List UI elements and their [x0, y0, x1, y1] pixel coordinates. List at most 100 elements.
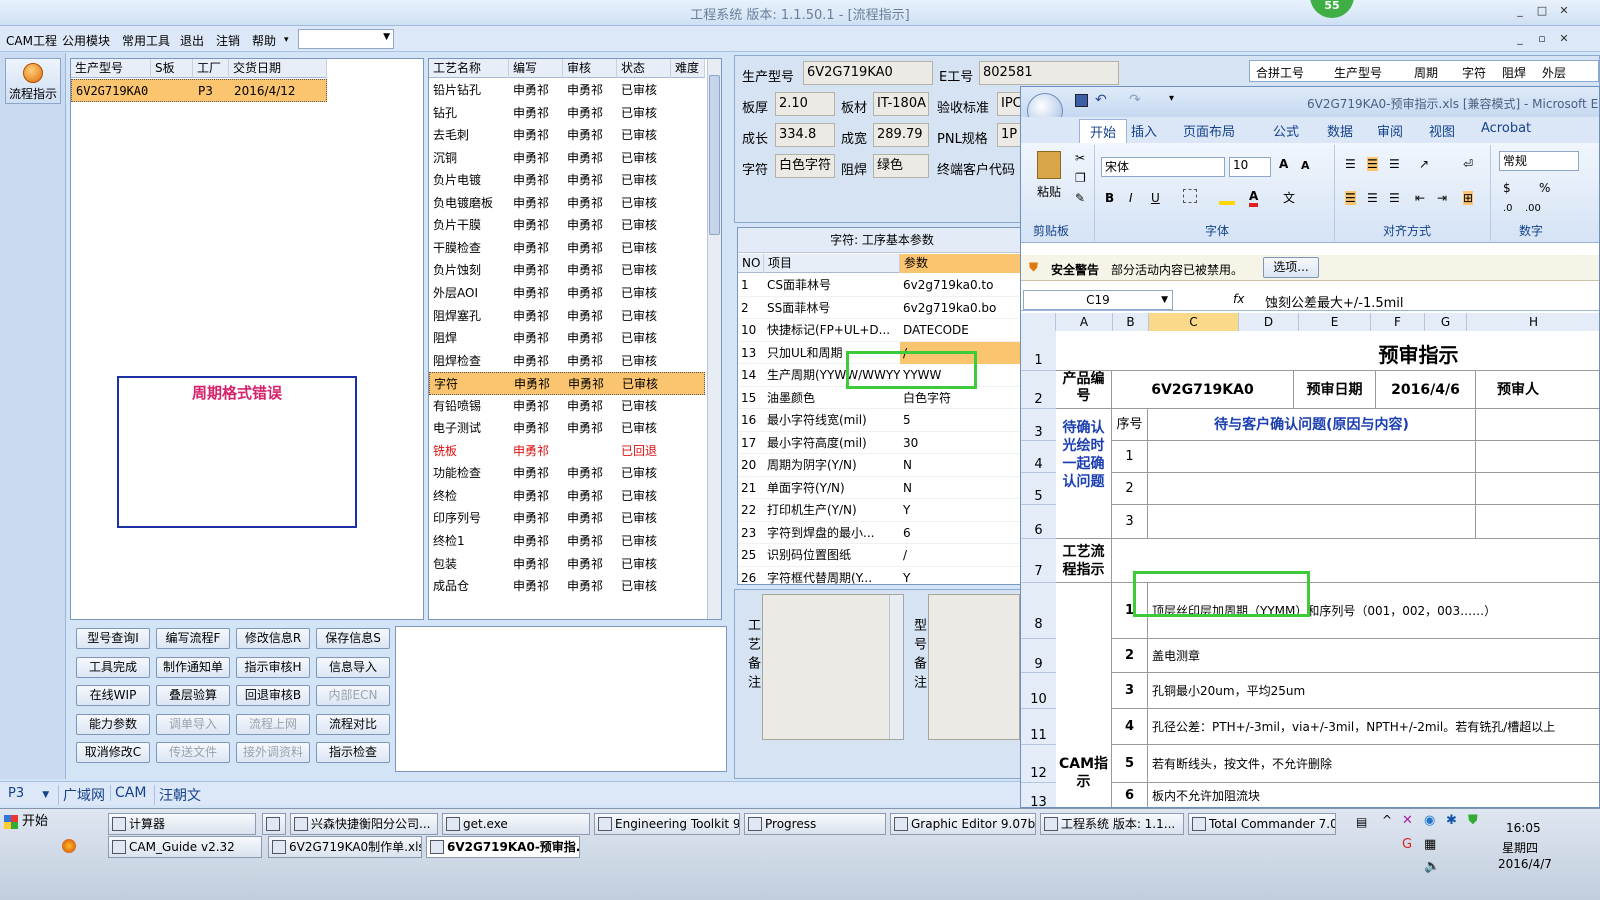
ribbon-tab-0[interactable]: 开始 — [1079, 119, 1128, 143]
bold-icon[interactable]: B — [1105, 191, 1114, 205]
security-options-button[interactable]: 选项... — [1263, 257, 1319, 278]
qat-customize-icon[interactable]: ▾ — [1169, 93, 1174, 104]
question-number[interactable]: 3 — [1112, 505, 1148, 539]
volume-icon[interactable]: 🔈 — [1424, 859, 1440, 874]
param-row[interactable]: 15 油墨颜色 白色字符 — [738, 387, 1026, 409]
process-row[interactable]: 负片电镀 申勇祁 申勇祁 已审核 — [429, 169, 705, 192]
help-dropdown-icon[interactable]: ▾ — [284, 35, 289, 45]
process-row[interactable]: 终检1 申勇祁 申勇祁 已审核 — [429, 530, 705, 553]
action-button-9[interactable]: 叠层验算 — [156, 685, 230, 707]
ribbon-tab-5[interactable]: 审阅 — [1377, 121, 1403, 140]
maximize-icon[interactable]: □ — [1534, 4, 1550, 18]
taskbar-item[interactable]: 工程系统 版本: 1.1... — [1040, 813, 1184, 835]
menu-help[interactable]: 帮助 — [252, 32, 276, 49]
action-button-14[interactable]: 流程上网 — [236, 713, 310, 735]
taskbar-item[interactable]: 计算器 — [108, 813, 256, 835]
currency-icon[interactable]: $ — [1503, 181, 1511, 195]
process-row[interactable]: 包装 申勇祁 申勇祁 已审核 — [429, 553, 705, 576]
process-row[interactable]: 铣板 申勇祁 已回退 — [429, 440, 705, 463]
action-button-8[interactable]: 在线WIP — [76, 685, 150, 707]
col-header-D[interactable]: D — [1239, 313, 1299, 331]
decrease-decimal-icon[interactable]: .00 — [1525, 203, 1541, 214]
increase-indent-icon[interactable]: ⇥ — [1437, 191, 1447, 205]
security-tray-icon[interactable]: ⛊ — [1468, 813, 1478, 828]
process-row[interactable]: 字符 申勇祁 申勇祁 已审核 — [429, 372, 705, 395]
align-center-icon[interactable]: ☰ — [1367, 191, 1378, 205]
e-no-field[interactable]: 802581 — [979, 61, 1119, 85]
cam-item-number[interactable]: 4 — [1112, 709, 1148, 745]
action-button-0[interactable]: 型号查询I — [76, 628, 150, 649]
cam-item-text[interactable]: 孔径公差：PTH+/-3mil，via+/-3mil，NPTH+/-2mil。若… — [1148, 709, 1599, 745]
align-top-icon[interactable]: ☰ — [1345, 157, 1356, 171]
tray-icon-4[interactable]: G — [1402, 837, 1412, 852]
action-button-16[interactable]: 取消修改C — [76, 742, 150, 764]
param-row[interactable]: 21 单面字符(Y/N) N — [738, 477, 1026, 499]
notes-scrollbar[interactable] — [889, 595, 903, 739]
ribbon-tab-4[interactable]: 数据 — [1327, 121, 1353, 140]
cam-item-number[interactable]: 2 — [1112, 639, 1148, 673]
question-cell[interactable] — [1148, 473, 1476, 505]
col-header-B[interactable]: B — [1113, 313, 1149, 331]
col-header-A[interactable]: A — [1056, 313, 1113, 331]
param-row[interactable]: 23 字符到焊盘的最小... 6 — [738, 522, 1026, 544]
combine-col-2[interactable]: 周期 — [1414, 64, 1438, 81]
prereview-date[interactable]: 2016/4/6 — [1376, 371, 1476, 409]
paste-label[interactable]: 粘贴 — [1037, 183, 1061, 200]
flow-button[interactable]: 流程指示 — [5, 58, 61, 104]
col-difficulty[interactable]: 难度 — [671, 59, 705, 78]
param-row[interactable]: 1 CS面菲林号 6v2g719ka0.to — [738, 274, 1026, 297]
message-box[interactable] — [395, 626, 727, 772]
process-row[interactable]: 负片干膜 申勇祁 申勇祁 已审核 — [429, 214, 705, 237]
process-row[interactable]: 干膜检查 申勇祁 申勇祁 已审核 — [429, 237, 705, 260]
clock-date[interactable]: 2016/4/7 — [1498, 857, 1552, 871]
process-row[interactable]: 负电镀磨板 申勇祁 申勇祁 已审核 — [429, 192, 705, 215]
col-sboard[interactable]: S板 — [151, 59, 193, 78]
increase-decimal-icon[interactable]: .0 — [1503, 203, 1513, 214]
action-button-18[interactable]: 接外调资料 — [236, 742, 310, 764]
tray-icon-1[interactable]: ▤ — [1356, 815, 1367, 829]
bluetooth-icon[interactable]: ✱ — [1446, 813, 1457, 828]
minimize-icon[interactable]: _ — [1512, 4, 1528, 18]
col-status[interactable]: 状态 — [617, 59, 671, 78]
col-param[interactable]: 参数 — [900, 254, 1026, 273]
taskbar-item[interactable]: Engineering Toolkit 9.0... — [594, 813, 740, 835]
model-notes-field[interactable] — [928, 594, 1020, 740]
process-row[interactable]: 电子测试 申勇祁 申勇祁 已审核 — [429, 417, 705, 440]
action-button-13[interactable]: 调单导入 — [156, 713, 230, 735]
ribbon-tab-6[interactable]: 视图 — [1429, 121, 1455, 140]
row-header[interactable]: 12 — [1021, 745, 1056, 783]
cam-item-text[interactable]: 若有断线头，按文件，不允许删除 — [1148, 745, 1599, 783]
param-row[interactable]: 25 识别码位置图纸 / — [738, 544, 1026, 567]
process-row[interactable]: 印序列号 申勇祁 申勇祁 已审核 — [429, 507, 705, 530]
param-row[interactable]: 20 周期为阴字(Y/N) N — [738, 454, 1026, 477]
ribbon-tab-7[interactable]: Acrobat — [1481, 121, 1531, 136]
question-header[interactable]: 待与客户确认问题(原因与内容) — [1148, 409, 1476, 441]
action-button-6[interactable]: 指示审核H — [236, 656, 310, 678]
row-header[interactable]: 5 — [1021, 473, 1056, 505]
row-header[interactable]: 4 — [1021, 441, 1056, 473]
scroll-thumb[interactable] — [709, 75, 720, 235]
menu-logout[interactable]: 注销 — [216, 32, 240, 49]
process-row[interactable]: 铅片钻孔 申勇祁 申勇祁 已审核 — [429, 79, 705, 102]
fx-icon[interactable]: fx — [1233, 292, 1244, 306]
question-cell-ext[interactable] — [1476, 441, 1599, 473]
row-header[interactable]: 2 — [1021, 371, 1056, 409]
mdi-close-icon[interactable]: ✕ — [1556, 32, 1572, 46]
process-row[interactable]: 功能检查 申勇祁 申勇祁 已审核 — [429, 462, 705, 485]
save-icon[interactable] — [1075, 94, 1088, 107]
cam-label[interactable]: CAM指示 — [1056, 583, 1112, 807]
action-button-10[interactable]: 回退审核B — [236, 685, 310, 707]
row-header[interactable]: 13 — [1021, 783, 1056, 807]
product-label[interactable]: 产品编号 — [1056, 371, 1112, 409]
mdi-restore-icon[interactable]: ▫ — [1534, 32, 1550, 46]
taskbar-item[interactable]: Total Commander 7.0 ... — [1188, 813, 1336, 835]
col-header-F[interactable]: F — [1371, 313, 1425, 331]
cam-item-number[interactable]: 6 — [1112, 783, 1148, 807]
action-button-19[interactable]: 指示检查 — [316, 742, 390, 764]
ribbon-tab-3[interactable]: 公式 — [1273, 121, 1299, 140]
clock-weekday[interactable]: 星期四 — [1502, 839, 1538, 856]
row-header[interactable]: 8 — [1021, 583, 1056, 639]
grow-font-icon[interactable]: A — [1279, 157, 1288, 171]
product-value[interactable]: 6V2G719KA0 — [1112, 371, 1294, 409]
action-button-11[interactable]: 内部ECN — [316, 685, 390, 707]
